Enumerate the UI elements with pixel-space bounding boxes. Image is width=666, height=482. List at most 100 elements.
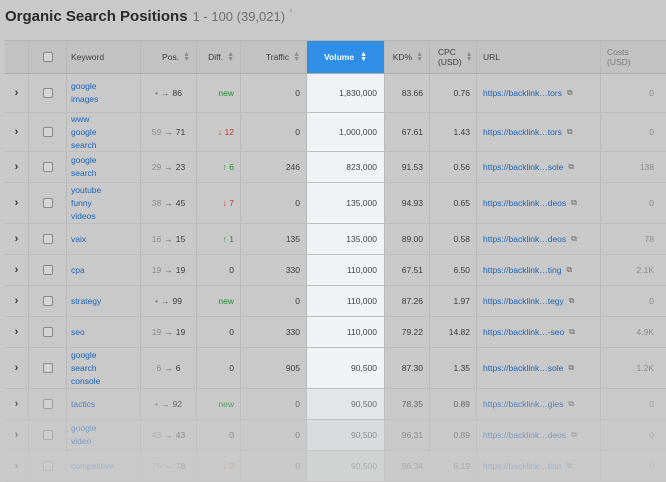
url-link[interactable]: https://backlink…tors xyxy=(483,127,562,137)
select-all-checkbox[interactable] xyxy=(42,52,53,62)
url-link[interactable]: https://backlink…sole xyxy=(483,162,563,172)
keyword-link[interactable]: google search xyxy=(67,152,141,182)
info-icon[interactable]: ⁱ xyxy=(290,8,292,19)
external-link-icon[interactable]: ⧉ xyxy=(566,265,572,275)
cpc-cell: 14.82 xyxy=(430,317,477,347)
volume-column-header[interactable]: Volume ▲ ▼ xyxy=(307,41,385,73)
url-link[interactable]: https://backlink…ting xyxy=(483,265,561,275)
pos-column-header[interactable]: Pos. ▲ ▼ xyxy=(141,41,197,73)
url-link[interactable]: https://backlink…deos xyxy=(483,198,566,208)
external-link-icon[interactable]: ⧉ xyxy=(567,88,573,98)
table-row[interactable]: › google search 29 → 23 ↑ 6 246 823,000 91.… xyxy=(5,152,666,183)
table-row[interactable]: › google video 43 → 43 0 0 90,500 96.31 0.8… xyxy=(5,420,666,451)
sort-icon[interactable]: ▲ ▼ xyxy=(360,51,367,63)
table-row[interactable]: › tactics • → 92 new 0 90,500 78.35 0.89 h… xyxy=(5,389,666,420)
sort-icon[interactable]: ▲ ▼ xyxy=(416,51,423,63)
keyword-link[interactable]: google video xyxy=(67,420,141,450)
sort-icon[interactable]: ▲ ▼ xyxy=(183,51,190,63)
row-checkbox[interactable] xyxy=(42,430,53,440)
chevron-right-icon[interactable]: › xyxy=(15,295,19,307)
keyword-link[interactable]: vaix xyxy=(67,224,141,254)
url-link[interactable]: https://backlink…deos xyxy=(483,234,566,244)
url-link[interactable]: https://backlink…gies xyxy=(483,399,563,409)
keyword-link[interactable]: cpa xyxy=(67,255,141,285)
keyword-link[interactable]: www google search xyxy=(67,113,141,151)
external-link-icon[interactable]: ⧉ xyxy=(571,234,577,244)
chevron-right-icon[interactable]: › xyxy=(15,87,19,99)
chevron-right-icon[interactable]: › xyxy=(15,197,19,209)
external-link-icon[interactable]: ⧉ xyxy=(566,461,572,471)
external-link-icon[interactable]: ⧉ xyxy=(567,127,573,137)
external-link-icon[interactable]: ⧉ xyxy=(571,430,577,440)
url-link[interactable]: https://backlink…-seo xyxy=(483,327,564,337)
keyword-link[interactable]: strategy xyxy=(67,286,141,316)
url-link[interactable]: https://backlink…tegy xyxy=(483,296,564,306)
external-link-icon[interactable]: ⧉ xyxy=(569,327,575,337)
table-row[interactable]: › cpa 19 → 19 0 330 110,000 67.51 6.50 htt… xyxy=(5,255,666,286)
external-link-icon[interactable]: ⧉ xyxy=(568,363,574,373)
row-checkbox[interactable] xyxy=(42,399,53,409)
row-checkbox[interactable] xyxy=(42,363,53,373)
keyword-column-header[interactable]: Keyword xyxy=(67,41,141,73)
chevron-right-icon[interactable]: › xyxy=(15,326,19,338)
keyword-link[interactable]: google images xyxy=(67,74,141,112)
diff-column-header[interactable]: Diff. ▲ ▼ xyxy=(197,41,241,73)
costs-column-header[interactable]: Costs (USD) xyxy=(601,41,660,73)
table-row[interactable]: › strategy • → 99 new 0 110,000 87.26 1.97… xyxy=(5,286,666,317)
external-link-icon[interactable]: ⧉ xyxy=(571,198,577,208)
url-link[interactable]: https://backlink…tors xyxy=(483,88,562,98)
url-link[interactable]: https://backlink…tion xyxy=(483,461,561,471)
external-link-icon[interactable]: ⧉ xyxy=(569,296,575,306)
table-row[interactable]: › competitive 76 → 78 ↓ 2 0 90,500 86.34 6… xyxy=(5,451,666,482)
url-link[interactable]: https://backlink…deos xyxy=(483,430,566,440)
expand-cell: › xyxy=(5,389,29,419)
chevron-right-icon[interactable]: › xyxy=(15,233,19,245)
kd-cell: 94.93 xyxy=(385,183,430,223)
chevron-right-icon[interactable]: › xyxy=(15,362,19,374)
row-checkbox[interactable] xyxy=(42,296,53,306)
row-checkbox[interactable] xyxy=(42,327,53,337)
table-row[interactable]: › seo 19 → 19 0 330 110,000 79.22 14.82 ht… xyxy=(5,317,666,348)
sort-icon[interactable]: ▲ ▼ xyxy=(227,51,234,63)
keyword-link[interactable]: google search console xyxy=(67,348,141,388)
keyword-link[interactable]: youtube funny videos xyxy=(67,183,141,223)
chevron-right-icon[interactable]: › xyxy=(15,398,19,410)
select-cell xyxy=(29,420,67,450)
table-row[interactable]: › youtube funny videos 38 → 45 ↓ 7 0 135,000… xyxy=(5,183,666,224)
traffic-column-header[interactable]: Traffic ▲ ▼ xyxy=(241,41,307,73)
kd-cell: 91.53 xyxy=(385,152,430,182)
previous-position: 19 xyxy=(151,265,162,275)
kd-column-header[interactable]: KD% ▲ ▼ xyxy=(385,41,430,73)
previous-position: • xyxy=(155,399,158,409)
row-checkbox[interactable] xyxy=(42,461,53,471)
row-checkbox[interactable] xyxy=(42,127,53,137)
cpc-column-header[interactable]: CPC (USD) ▲ ▼ xyxy=(430,41,477,73)
external-link-icon[interactable]: ⧉ xyxy=(568,399,574,409)
kd-cell: 83.66 xyxy=(385,74,430,112)
table-row[interactable]: › google search console 6 → 6 0 905 90,500 8… xyxy=(5,348,666,389)
keyword-link[interactable]: tactics xyxy=(67,389,141,419)
table-row[interactable]: › vaix 16 → 15 ↑ 1 135 135,000 89.00 0.58 … xyxy=(5,224,666,255)
chevron-right-icon[interactable]: › xyxy=(15,429,19,441)
chevron-right-icon[interactable]: › xyxy=(15,126,19,138)
row-checkbox[interactable] xyxy=(42,265,53,275)
chevron-right-icon[interactable]: › xyxy=(15,264,19,276)
position-cell: 19 → 19 xyxy=(141,317,197,347)
sort-icon[interactable]: ▲ ▼ xyxy=(466,51,473,63)
table-row[interactable]: › google images • → 86 new 0 1,830,000 83.6… xyxy=(5,74,666,113)
row-checkbox[interactable] xyxy=(42,162,53,172)
keyword-link[interactable]: seo xyxy=(67,317,141,347)
chevron-right-icon[interactable]: › xyxy=(15,161,19,173)
select-cell xyxy=(29,224,67,254)
external-link-icon[interactable]: ⧉ xyxy=(568,162,574,172)
arrow-right-icon: → xyxy=(164,327,173,337)
chevron-right-icon[interactable]: › xyxy=(15,460,19,472)
row-checkbox[interactable] xyxy=(42,198,53,208)
row-checkbox[interactable] xyxy=(42,234,53,244)
url-link[interactable]: https://backlink…sole xyxy=(483,363,563,373)
keyword-link[interactable]: competitive xyxy=(67,451,141,481)
sort-icon[interactable]: ▲ ▼ xyxy=(293,51,300,63)
row-checkbox[interactable] xyxy=(42,88,53,98)
table-row[interactable]: › www google search 59 → 71 ↓ 12 0 1,000,000… xyxy=(5,113,666,152)
previous-position: 43 xyxy=(151,430,162,440)
